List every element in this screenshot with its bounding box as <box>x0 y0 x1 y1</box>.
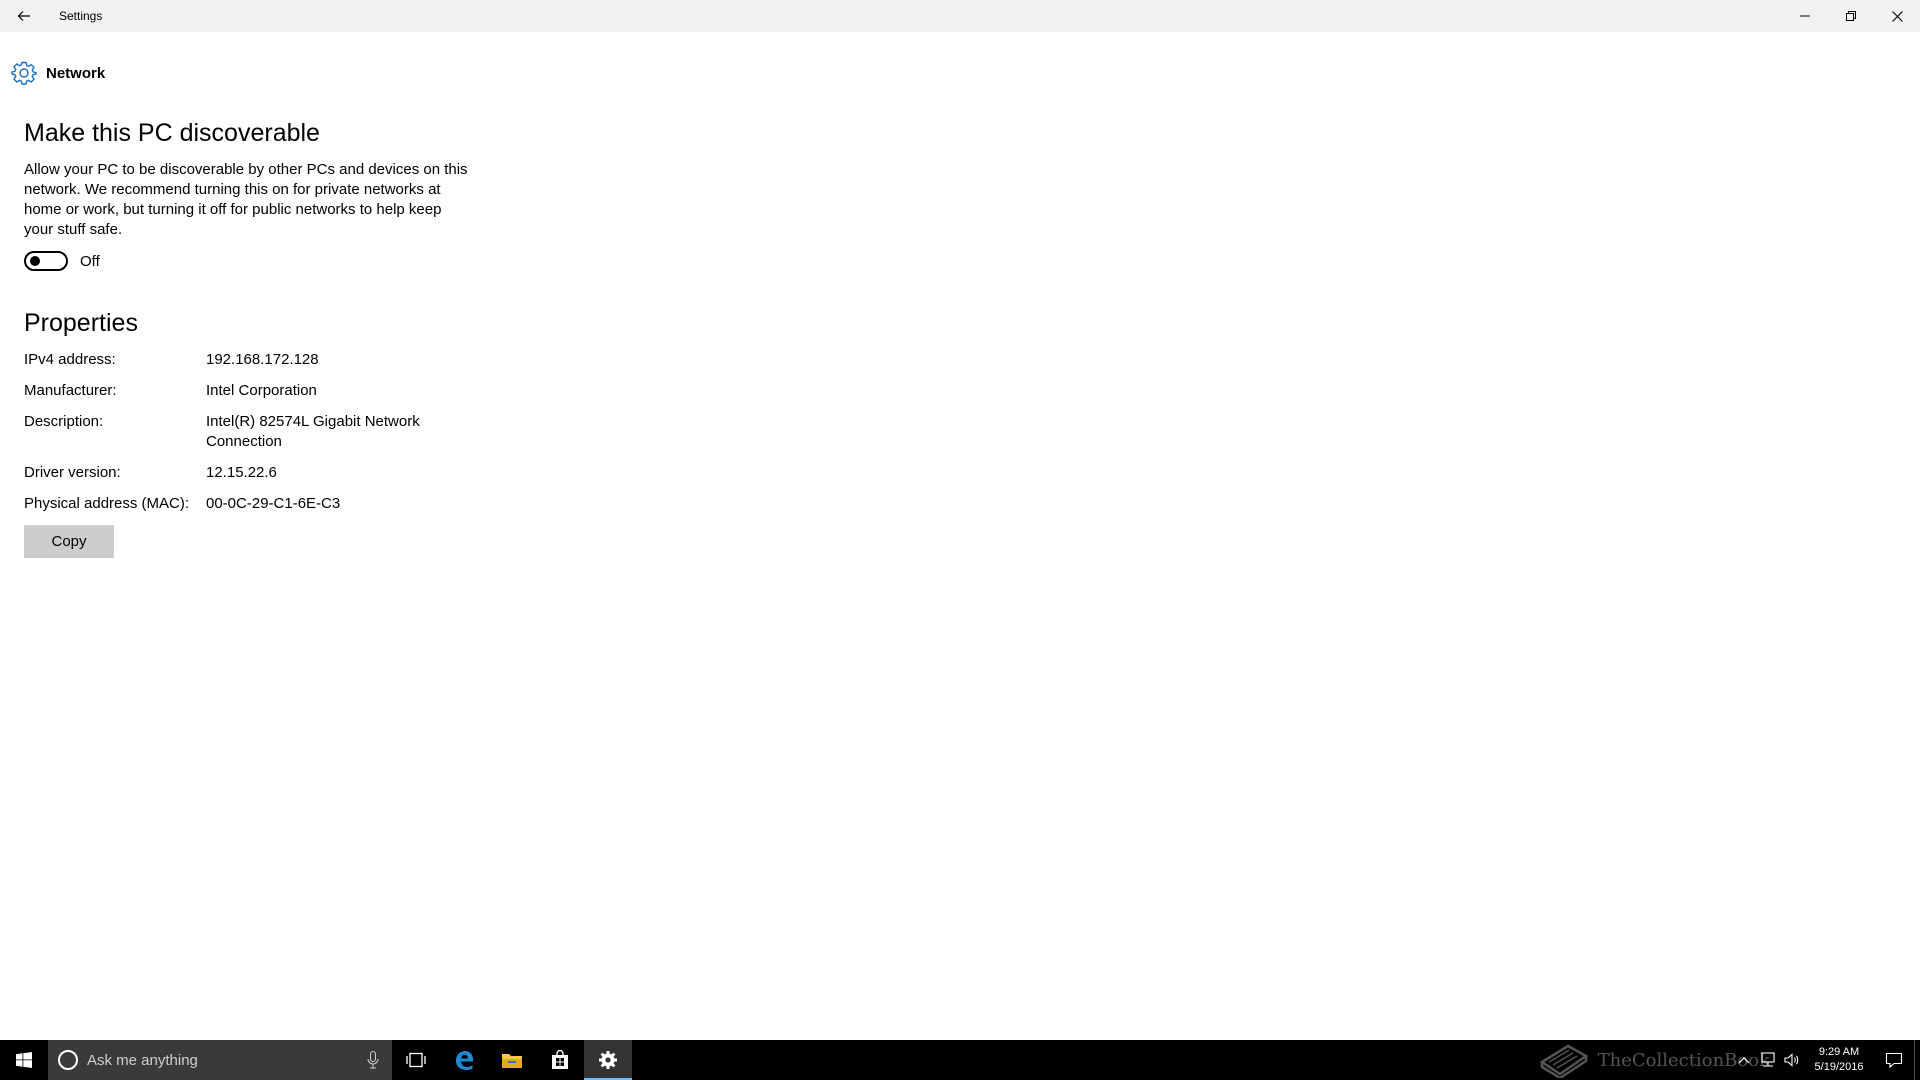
property-row-description: Description: Intel(R) 82574L Gigabit Net… <box>24 412 494 452</box>
system-tray: 9:29 AM 5/19/2016 <box>1732 1040 1920 1080</box>
discoverable-toggle[interactable] <box>24 251 68 271</box>
volume-icon <box>1784 1053 1799 1067</box>
property-row-driver-version: Driver version: 12.15.22.6 <box>24 463 494 483</box>
settings-icon <box>599 1051 617 1069</box>
store-button[interactable] <box>536 1040 584 1080</box>
settings-taskbar-button[interactable] <box>584 1040 632 1080</box>
property-row-ipv4: IPv4 address: 192.168.172.128 <box>24 350 494 370</box>
chevron-up-icon <box>1738 1057 1750 1064</box>
store-icon <box>552 1050 568 1069</box>
close-button[interactable] <box>1874 0 1920 32</box>
network-tray-button[interactable] <box>1756 1040 1780 1080</box>
discoverable-heading: Make this PC discoverable <box>24 119 320 147</box>
file-explorer-button[interactable] <box>488 1040 536 1080</box>
taskbar: Ask me anything TheCollectionBook 9:29 A… <box>0 1040 1920 1080</box>
clock-date: 5/19/2016 <box>1814 1061 1864 1073</box>
toggle-state-label: Off <box>80 252 100 270</box>
property-row-manufacturer: Manufacturer: Intel Corporation <box>24 381 494 401</box>
cortana-search-box[interactable]: Ask me anything <box>48 1040 392 1080</box>
property-label: Driver version: <box>24 464 121 481</box>
volume-tray-button[interactable] <box>1780 1040 1804 1080</box>
property-value: 192.168.172.128 <box>206 351 319 368</box>
toggle-knob <box>30 256 40 266</box>
book-logo-icon <box>1539 1044 1589 1078</box>
property-value: Intel(R) 82574L Gigabit Network Connecti… <box>206 413 420 450</box>
tray-overflow-button[interactable] <box>1732 1040 1756 1080</box>
clock-time: 9:29 AM <box>1818 1046 1860 1058</box>
property-label: Manufacturer: <box>24 382 117 399</box>
copy-button[interactable]: Copy <box>24 525 114 558</box>
restore-button[interactable] <box>1828 0 1874 32</box>
notification-icon <box>1885 1052 1903 1068</box>
page-title: Network <box>46 64 106 82</box>
page-header: Network <box>11 60 105 86</box>
search-placeholder: Ask me anything <box>87 1051 198 1069</box>
property-row-mac: Physical address (MAC): 00-0C-29-C1-6E-C… <box>24 494 494 514</box>
action-center-button[interactable] <box>1874 1040 1914 1080</box>
start-button[interactable] <box>0 1040 48 1080</box>
restore-icon <box>1846 11 1856 21</box>
title-bar: Settings <box>0 0 1920 32</box>
taskbar-clock[interactable]: 9:29 AM 5/19/2016 <box>1804 1045 1874 1075</box>
network-icon <box>1761 1052 1775 1067</box>
window-title: Settings <box>59 9 103 23</box>
task-view-button[interactable] <box>392 1040 440 1080</box>
edge-button[interactable] <box>440 1040 488 1080</box>
file-explorer-icon <box>502 1054 522 1068</box>
property-value: 00-0C-29-C1-6E-C3 <box>206 495 341 512</box>
property-label: Physical address (MAC): <box>24 495 190 512</box>
property-value: Intel Corporation <box>206 382 317 399</box>
close-icon <box>1891 10 1903 22</box>
back-button[interactable] <box>0 0 48 32</box>
minimize-icon <box>1800 15 1810 17</box>
properties-list: IPv4 address: 192.168.172.128 Manufactur… <box>24 350 494 514</box>
cortana-icon <box>58 1050 78 1070</box>
window-controls <box>1782 0 1920 32</box>
discoverable-toggle-row: Off <box>24 250 494 272</box>
task-view-icon <box>406 1052 426 1068</box>
gear-icon <box>11 60 37 86</box>
properties-heading: Properties <box>24 309 138 337</box>
property-label: Description: <box>24 413 104 430</box>
property-value: 12.15.22.6 <box>206 464 277 481</box>
discoverable-description: Allow your PC to be discoverable by othe… <box>24 161 468 238</box>
edge-icon <box>456 1051 473 1070</box>
windows-logo-icon <box>16 1052 32 1068</box>
property-label: IPv4 address: <box>24 351 116 368</box>
minimize-button[interactable] <box>1782 0 1828 32</box>
microphone-icon[interactable] <box>366 1050 380 1070</box>
back-arrow-icon <box>17 11 30 21</box>
show-desktop-button[interactable] <box>1914 1040 1920 1080</box>
settings-content: Make this PC discoverable Allow your PC … <box>24 116 494 558</box>
